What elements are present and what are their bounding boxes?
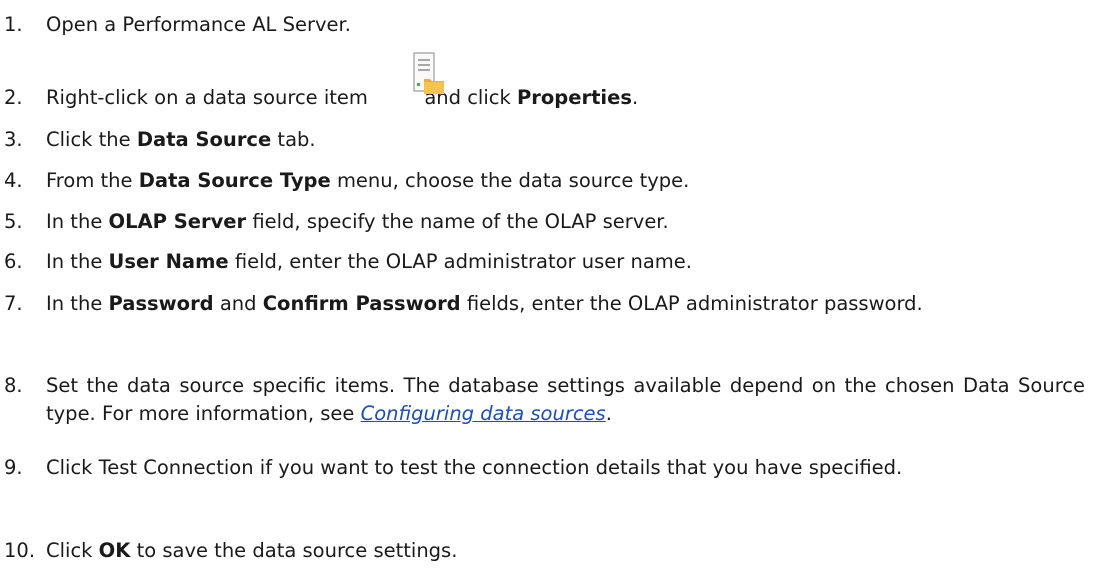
- step-number: 3.: [4, 128, 23, 151]
- step-text: In the User Name field, enter the OLAP a…: [46, 248, 1085, 276]
- step-text: From the Data Source Type menu, choose t…: [46, 167, 1085, 195]
- step-text: In the OLAP Server field, specify the na…: [46, 208, 1085, 236]
- step-number: 7.: [4, 292, 23, 315]
- step-number: 5.: [4, 210, 23, 233]
- configuring-data-sources-link[interactable]: Configuring data sources: [361, 402, 606, 425]
- step-bold-term: OLAP Server: [108, 210, 247, 233]
- step-text-part: .: [605, 402, 612, 425]
- step-bold-term: OK: [98, 539, 131, 562]
- step-text-part: Click: [46, 539, 93, 562]
- step-text: Set the data source specific items. The …: [46, 372, 1085, 428]
- step-number: 10.: [4, 539, 36, 562]
- step-bold-term: User Name: [108, 250, 229, 273]
- step-text-part: .: [631, 86, 639, 109]
- step-text-part: and: [219, 292, 257, 315]
- step-text-part: field, enter the OLAP administrator user…: [234, 250, 692, 273]
- step-number: 1.: [4, 13, 23, 36]
- step-text-part: In the: [46, 292, 103, 315]
- step-number: 6.: [4, 250, 23, 273]
- step-number: 4.: [4, 169, 23, 192]
- step-text-part: menu, choose the data source type.: [336, 169, 690, 192]
- step-text-part: Click the: [46, 128, 131, 151]
- step-text-part: From the: [46, 169, 133, 192]
- step-text-part: In the: [46, 250, 103, 273]
- step-number: 2.: [4, 86, 23, 109]
- step-bold-term: Confirm Password: [262, 292, 461, 315]
- step-text-part: fields, enter the OLAP administrator pas…: [466, 292, 923, 315]
- step-text-part: Right-click on a data source item: [46, 86, 368, 109]
- step-text: In the Password and Confirm Password fie…: [46, 290, 1085, 318]
- step-text-part: In the: [46, 210, 103, 233]
- step-bold-term: Password: [108, 292, 214, 315]
- step-number: 8.: [4, 374, 23, 397]
- step-text: Click Test Connection if you want to tes…: [46, 456, 903, 479]
- step-text: Click OK to save the data source setting…: [46, 537, 1085, 565]
- step-text-part: field, specify the name of the OLAP serv…: [252, 210, 669, 233]
- step-text-part: tab.: [277, 128, 316, 151]
- step-text-part: to save the data source settings.: [136, 539, 458, 562]
- step-bold-term: Data Source Type: [138, 169, 331, 192]
- step-text: Click the Data Source tab.: [46, 126, 1085, 154]
- step-text: Right-click on a data source item and cl…: [46, 52, 1085, 112]
- data-source-icon: [411, 52, 447, 96]
- step-bold-term: Data Source: [136, 128, 272, 151]
- step-number: 9.: [4, 456, 23, 479]
- step-bold-term: Properties: [517, 86, 632, 109]
- step-text: Open a Performance AL Server.: [46, 13, 351, 36]
